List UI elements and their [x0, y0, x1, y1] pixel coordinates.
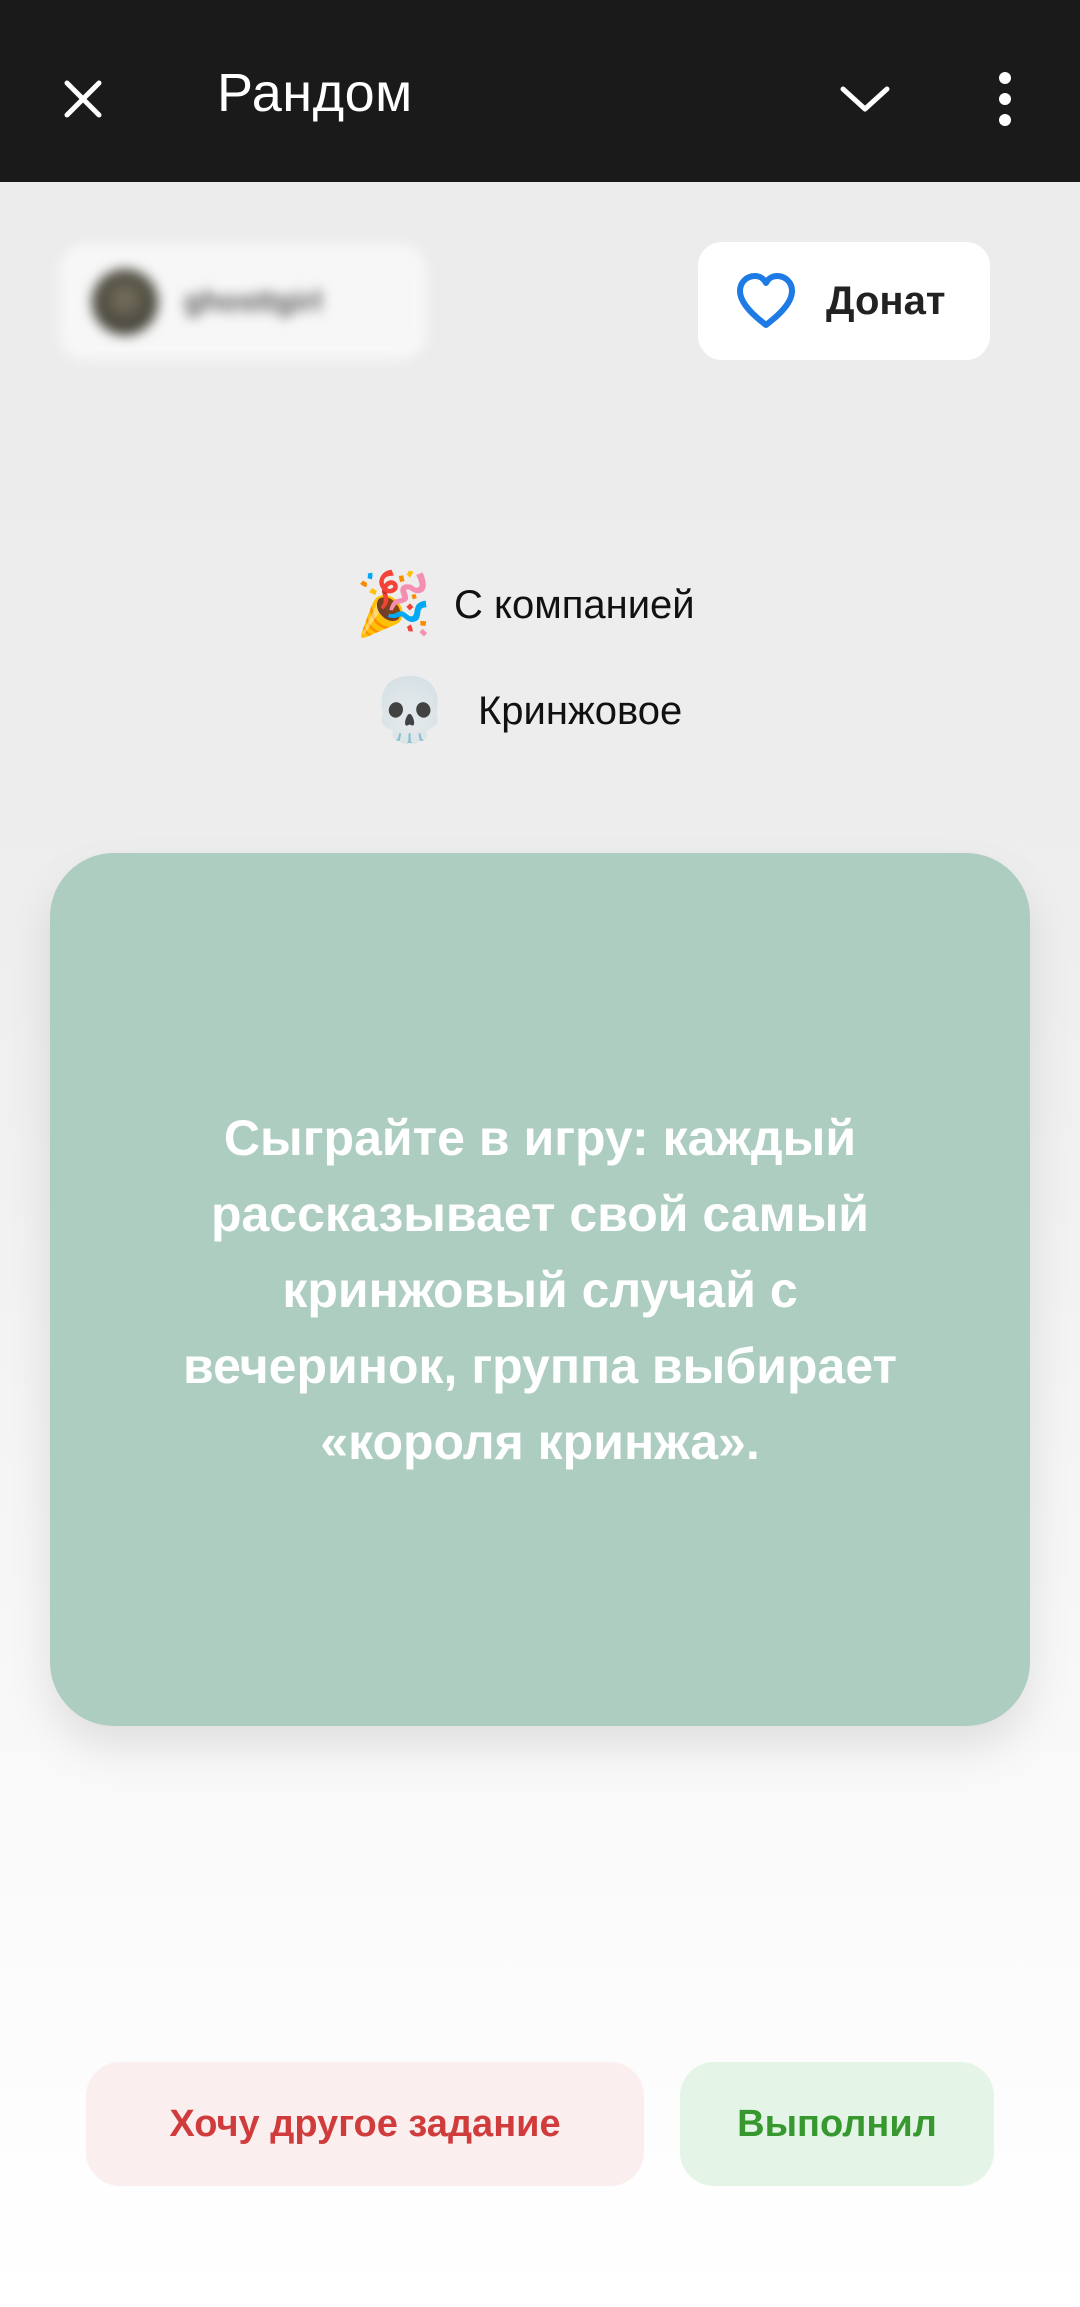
tag-label: Кринжовое	[478, 688, 683, 733]
tag-label: С компанией	[454, 582, 695, 627]
close-icon	[64, 80, 102, 118]
tag-company: 🎉 С компанией	[354, 570, 695, 639]
donate-label: Донат	[826, 278, 946, 323]
heart-icon	[734, 271, 798, 331]
task-card: Сыграйте в игру: каждый рассказывает сво…	[50, 853, 1030, 1726]
done-button[interactable]: Выполнил	[680, 2062, 994, 2186]
more-options-button[interactable]	[960, 54, 1050, 144]
tag-cringe: 💀 Кринжовое	[370, 680, 682, 742]
donate-button[interactable]: Донат	[698, 242, 990, 360]
dropdown-button[interactable]	[820, 54, 910, 144]
user-chip[interactable]: ghosttgirl	[60, 244, 426, 360]
task-text: Сыграйте в игру: каждый рассказывает сво…	[183, 1109, 897, 1470]
skull-icon: 💀	[371, 676, 449, 745]
party-popper-icon: 🎉	[355, 570, 433, 639]
more-vertical-icon	[999, 72, 1011, 126]
chevron-down-icon	[840, 86, 890, 112]
page-title: Рандом	[217, 63, 413, 123]
avatar	[92, 269, 158, 335]
close-button[interactable]	[38, 54, 128, 144]
username: ghosttgirl	[184, 285, 323, 318]
another-task-button[interactable]: Хочу другое задание	[86, 2062, 644, 2186]
top-app-bar: Рандом	[0, 0, 1080, 182]
